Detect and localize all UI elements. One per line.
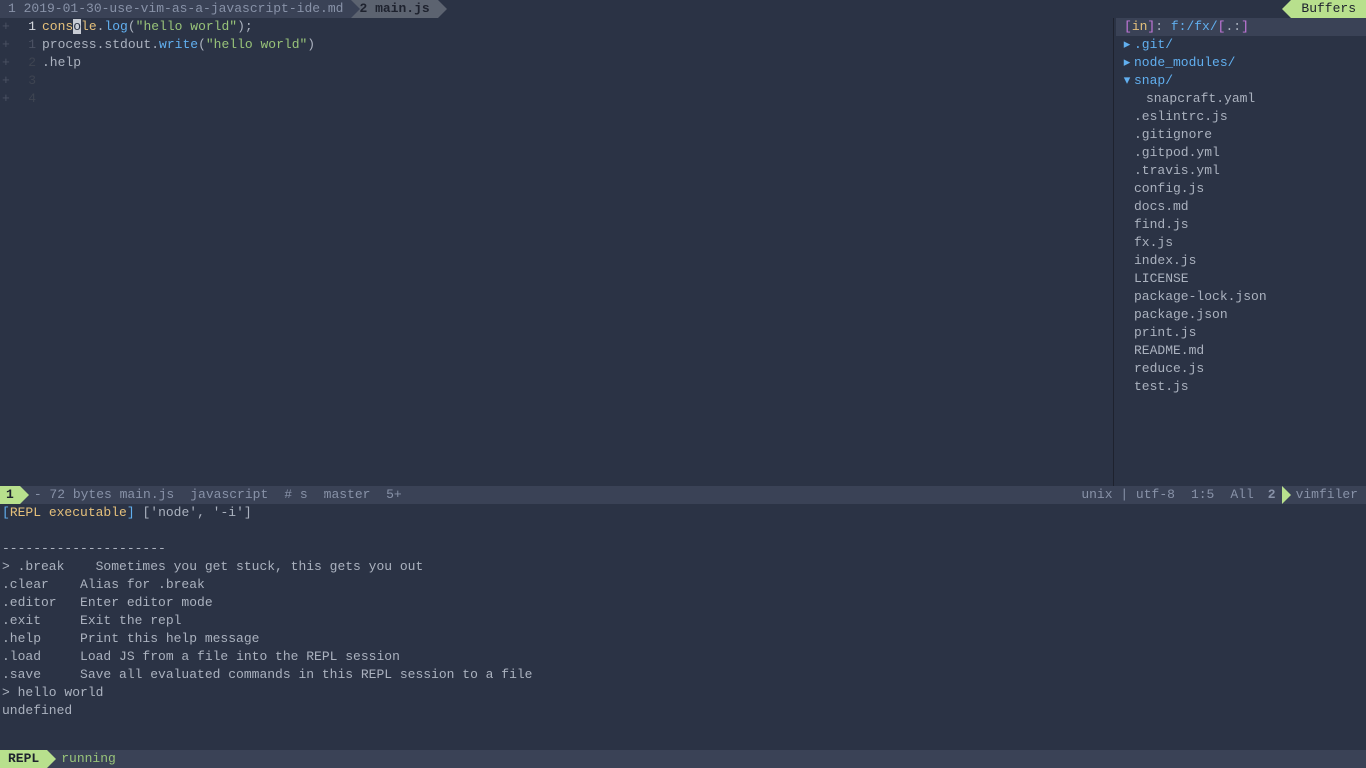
tree-item-label: index.js <box>1134 252 1196 270</box>
file-item[interactable]: find.js <box>1116 216 1366 234</box>
tab-bar: 1 2019-01-30-use-vim-as-a-javascript-ide… <box>0 0 1366 18</box>
file-tree-header: [in]: f:/fx/[.:] <box>1116 18 1366 36</box>
repl-output-line: .help Print this help message <box>0 630 1366 648</box>
file-item[interactable]: print.js <box>1116 324 1366 342</box>
tree-item-label: .gitpod.yml <box>1134 144 1220 162</box>
folder-item[interactable]: ▸ node_modules/ <box>1116 54 1366 72</box>
chevron-right-icon[interactable]: ▸ <box>1120 36 1134 54</box>
tree-item-label: LICENSE <box>1134 270 1189 288</box>
tree-item-label: test.js <box>1134 378 1189 396</box>
scroll-percent-segment: All <box>1222 486 1261 504</box>
repl-output-line: .editor Enter editor mode <box>0 594 1366 612</box>
tree-item-label: .eslintrc.js <box>1134 108 1228 126</box>
status-bar: 1 - 72 bytes main.js javascript # s mast… <box>0 486 1366 504</box>
chevron-down-icon[interactable]: ▾ <box>1120 72 1134 90</box>
file-item[interactable]: snapcraft.yaml <box>1116 90 1366 108</box>
repl-output-line: .load Load JS from a file into the REPL … <box>0 648 1366 666</box>
tree-item-label: config.js <box>1134 180 1204 198</box>
line-number: 4 <box>12 90 42 108</box>
filetype-segment: javascript <box>182 486 276 504</box>
tree-item-label: snapcraft.yaml <box>1146 90 1255 108</box>
line-number: 3 <box>12 72 42 90</box>
tree-item-label: docs.md <box>1134 198 1189 216</box>
tree-item-label: reduce.js <box>1134 360 1204 378</box>
cursor-position-segment: 1:5 <box>1183 486 1222 504</box>
repl-output-line: --------------------- <box>0 540 1366 558</box>
file-item[interactable]: .travis.yml <box>1116 162 1366 180</box>
file-item[interactable]: LICENSE <box>1116 270 1366 288</box>
file-item[interactable]: docs.md <box>1116 198 1366 216</box>
code-line[interactable]: +4 <box>0 90 1113 108</box>
gutter-sign: + <box>0 36 12 54</box>
tree-item-label: fx.js <box>1134 234 1173 252</box>
tree-item-label: package-lock.json <box>1134 288 1267 306</box>
repl-output-line: > .break Sometimes you get stuck, this g… <box>0 558 1366 576</box>
file-format-segment: unix | utf-8 <box>1073 486 1183 504</box>
file-item[interactable]: config.js <box>1116 180 1366 198</box>
gutter-sign: + <box>0 18 12 36</box>
vimfiler-mode-segment: vimfiler <box>1282 486 1366 504</box>
tab-main.js[interactable]: 2 main.js <box>351 0 437 18</box>
tree-item-label: print.js <box>1134 324 1196 342</box>
repl-output-line: > hello world <box>0 684 1366 702</box>
repl-pane[interactable]: [REPL executable] ['node', '-i'] -------… <box>0 504 1366 750</box>
file-item[interactable]: test.js <box>1116 378 1366 396</box>
repl-output-line <box>0 522 1366 540</box>
file-info: - 72 bytes main.js <box>20 486 182 504</box>
file-item[interactable]: reduce.js <box>1116 360 1366 378</box>
code-text[interactable]: console.log("hello world"); <box>42 18 253 36</box>
folder-item[interactable]: ▾ snap/ <box>1116 72 1366 90</box>
line-number: 2 <box>12 54 42 72</box>
file-item[interactable]: .gitignore <box>1116 126 1366 144</box>
repl-output-line: .clear Alias for .break <box>0 576 1366 594</box>
file-tree-pane[interactable]: [in]: f:/fx/[.:] ▸ .git/▸ node_modules/▾… <box>1113 18 1366 486</box>
tree-item-label: .travis.yml <box>1134 162 1220 180</box>
gutter-sign: + <box>0 90 12 108</box>
file-item[interactable]: .gitpod.yml <box>1116 144 1366 162</box>
file-item[interactable]: README.md <box>1116 342 1366 360</box>
chevron-right-icon[interactable]: ▸ <box>1120 54 1134 72</box>
window-number-1: 1 <box>0 486 20 504</box>
main-area: +1console.log("hello world");+1process.s… <box>0 18 1366 486</box>
code-text[interactable]: .help <box>42 54 81 72</box>
line-number: 1 <box>12 36 42 54</box>
buffers-indicator[interactable]: Buffers <box>1291 0 1366 18</box>
line-number: 1 <box>12 18 42 36</box>
code-line[interactable]: +2.help <box>0 54 1113 72</box>
file-item[interactable]: index.js <box>1116 252 1366 270</box>
file-item[interactable]: package-lock.json <box>1116 288 1366 306</box>
file-item[interactable]: fx.js <box>1116 234 1366 252</box>
repl-running-status: running <box>47 750 124 768</box>
tree-item-label: find.js <box>1134 216 1189 234</box>
gutter-sign: + <box>0 72 12 90</box>
folder-item[interactable]: ▸ .git/ <box>1116 36 1366 54</box>
tab-2019-01-30-use-vim-as-a-javascript-ide.md[interactable]: 1 2019-01-30-use-vim-as-a-javascript-ide… <box>0 0 351 18</box>
code-line[interactable]: +1console.log("hello world"); <box>0 18 1113 36</box>
tree-item-label: .gitignore <box>1134 126 1212 144</box>
window-number-2: 2 <box>1262 486 1282 504</box>
code-line[interactable]: +1process.stdout.write("hello world") <box>0 36 1113 54</box>
tabbar-spacer <box>438 0 1292 18</box>
code-text[interactable]: process.stdout.write("hello world") <box>42 36 315 54</box>
gutter-sign: + <box>0 54 12 72</box>
tree-item-label: .git/ <box>1134 36 1173 54</box>
tree-item-label: snap/ <box>1134 72 1173 90</box>
repl-output-line: .save Save all evaluated commands in thi… <box>0 666 1366 684</box>
file-item[interactable]: .eslintrc.js <box>1116 108 1366 126</box>
cursor: o <box>73 19 81 34</box>
repl-output-line: undefined <box>0 702 1366 720</box>
tree-item-label: node_modules/ <box>1134 54 1235 72</box>
repl-executable-line: [REPL executable] ['node', '-i'] <box>0 504 1366 522</box>
repl-label: REPL <box>0 750 47 768</box>
repl-status-bar: REPL running <box>0 750 1366 768</box>
code-line[interactable]: +3 <box>0 72 1113 90</box>
tree-item-label: package.json <box>1134 306 1228 324</box>
tree-item-label: README.md <box>1134 342 1204 360</box>
file-item[interactable]: package.json <box>1116 306 1366 324</box>
editor-pane[interactable]: +1console.log("hello world");+1process.s… <box>0 18 1113 486</box>
repl-output-line: .exit Exit the repl <box>0 612 1366 630</box>
git-branch-segment: master 5+ <box>316 486 410 504</box>
